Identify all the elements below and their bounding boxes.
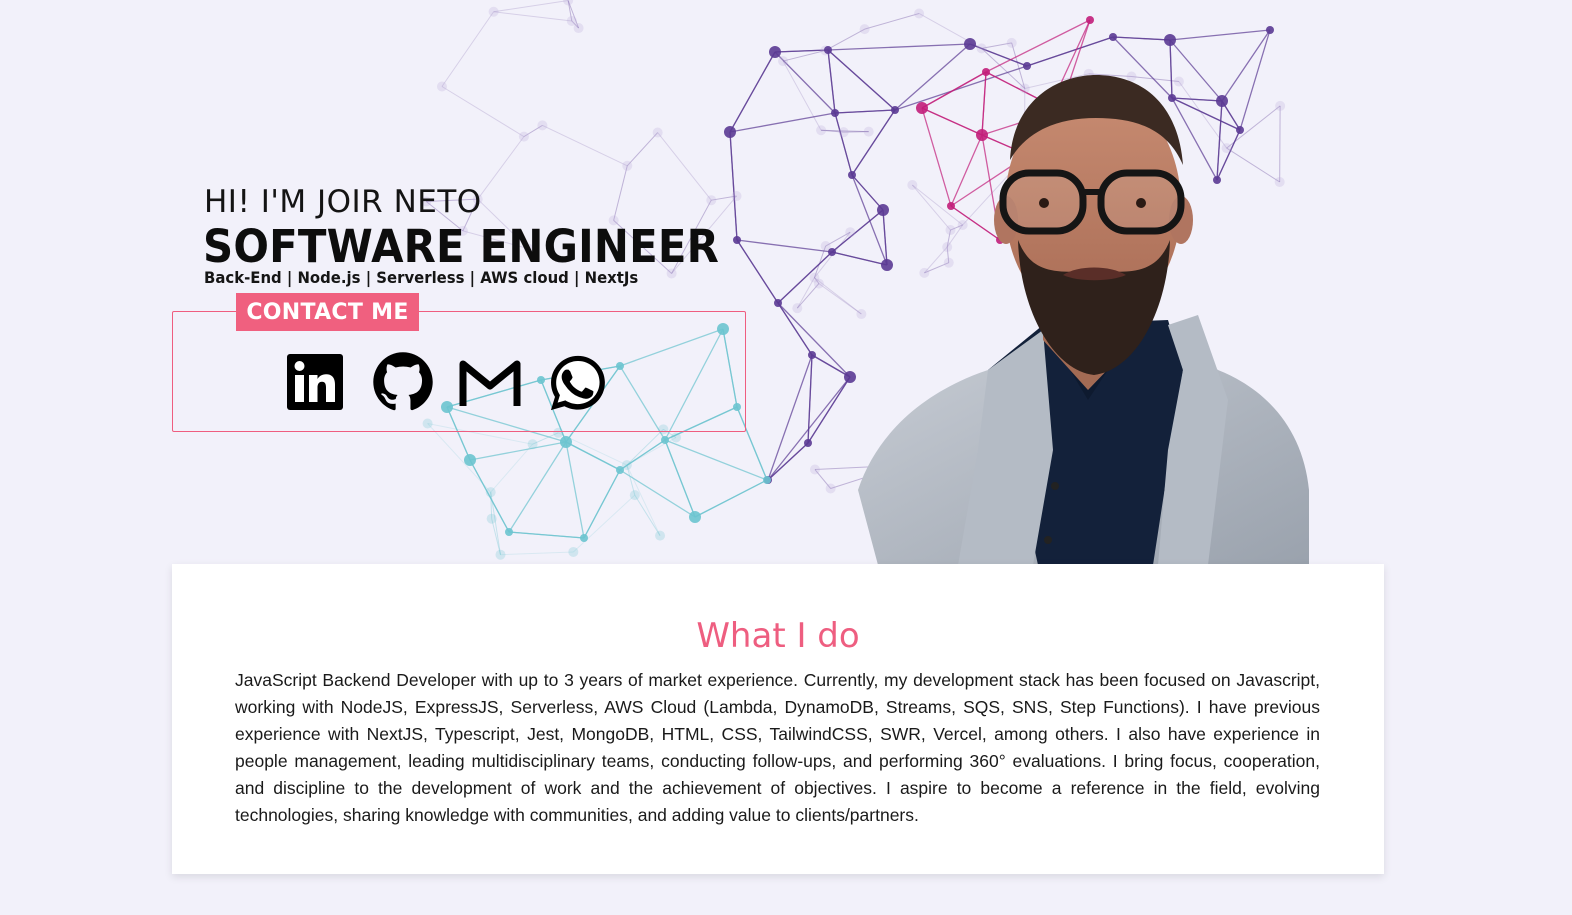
- linkedin-link[interactable]: [285, 352, 345, 412]
- about-description: JavaScript Backend Developer with up to …: [235, 670, 1320, 825]
- contact-me-label: CONTACT ME: [236, 293, 419, 331]
- what-i-do-card: What I do JavaScript Backend Developer w…: [172, 564, 1384, 874]
- portfolio-page: HI! I'M JOIR NETO SOFTWARE ENGINEER Back…: [0, 0, 1572, 915]
- whatsapp-icon: [550, 355, 605, 411]
- hero-skills: Back-End | Node.js | Serverless | AWS cl…: [204, 268, 639, 287]
- profile-photo: [858, 75, 1309, 565]
- section-title: What I do: [696, 616, 860, 656]
- gmail-icon: [459, 360, 521, 406]
- gmail-link[interactable]: [457, 352, 523, 412]
- linkedin-icon: [287, 354, 343, 410]
- whatsapp-link[interactable]: [549, 354, 607, 412]
- github-icon: [373, 352, 433, 411]
- hero-role-title: SOFTWARE ENGINEER: [203, 220, 720, 273]
- hero-greeting: HI! I'M JOIR NETO: [204, 184, 482, 220]
- github-link[interactable]: [372, 351, 434, 413]
